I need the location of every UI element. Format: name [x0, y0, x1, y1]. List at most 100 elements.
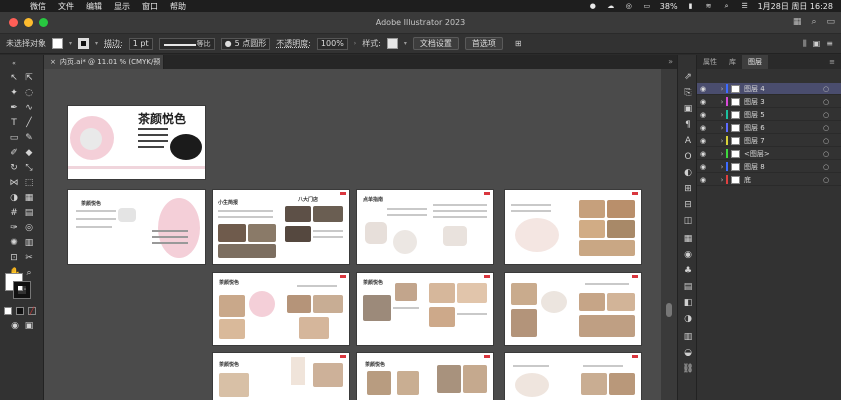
target-circle-icon[interactable]: ○	[821, 85, 831, 93]
graphic-style-swatch[interactable]	[386, 38, 398, 49]
visibility-eye-icon[interactable]: ◉	[697, 137, 709, 145]
sync-icon[interactable]: ◎	[624, 2, 634, 10]
close-icon[interactable]: ×	[50, 58, 56, 66]
line-tool-icon[interactable]: ╱	[24, 118, 34, 128]
stroke-swatch[interactable]	[78, 38, 90, 49]
collapse-toolbar-icon[interactable]: «	[9, 59, 19, 69]
align-icon[interactable]: ⊞	[515, 39, 522, 48]
pathfinder-icon[interactable]: ◫	[682, 215, 694, 227]
target-circle-icon[interactable]: ○	[821, 150, 831, 158]
gradient-panel-icon[interactable]: ▥	[682, 331, 694, 343]
stroke-label[interactable]: 描边:	[104, 38, 123, 49]
spotlight-status-icon[interactable]: ▭	[642, 2, 652, 10]
visibility-eye-icon[interactable]: ◉	[697, 163, 709, 171]
transform-panel-icon[interactable]: ⊞	[682, 183, 694, 195]
symbol-sprayer-tool-icon[interactable]: ✺	[9, 238, 19, 248]
free-transform-tool-icon[interactable]: ⬚	[24, 178, 34, 188]
layer-name[interactable]: 图层 6	[744, 123, 821, 133]
layer-row[interactable]: ◉ › 图层 4 ○	[697, 83, 841, 95]
tab-document[interactable]: ×内页.ai* @ 11.01 % (CMYK/预览)	[44, 55, 164, 80]
stroke-color-box[interactable]	[13, 281, 31, 299]
opacity-field[interactable]: 100%	[316, 37, 348, 50]
chevron-right-icon[interactable]: ›	[718, 150, 726, 158]
menu-help[interactable]: 帮助	[170, 1, 186, 12]
links-icon[interactable]: ⛓	[682, 363, 694, 375]
mesh-tool-icon[interactable]: #	[9, 208, 19, 218]
scale-tool-icon[interactable]: ⤡	[24, 163, 34, 173]
paragraph-icon[interactable]: ¶	[682, 119, 694, 131]
character-icon[interactable]: A	[682, 135, 694, 147]
chevron-right-icon[interactable]: ›	[718, 137, 726, 145]
layer-row[interactable]: ◉ › 底 ○	[697, 174, 841, 186]
eyedropper-tool-icon[interactable]: ✑	[9, 223, 19, 233]
scroll-thumb[interactable]	[666, 303, 672, 317]
direct-selection-tool-icon[interactable]: ⇱	[24, 73, 34, 83]
artboard-spread-9[interactable]: 茶颜悦色	[357, 353, 493, 400]
tab-properties[interactable]: 属性	[697, 55, 723, 69]
shaper-tool-icon[interactable]: ✐	[9, 148, 19, 158]
artboard-canvas[interactable]: 茶颜悦色 茶颜悦色 小生简报 八大门店 点单指南 茶颜悦色 茶颜悦色 茶颜悦色 …	[44, 69, 661, 400]
target-circle-icon[interactable]: ○	[821, 98, 831, 106]
swatches-icon[interactable]: ▦	[682, 233, 694, 245]
arrange-documents-icon[interactable]: ▦	[793, 17, 802, 27]
artboard-cover[interactable]: 茶颜悦色	[68, 106, 205, 179]
visibility-eye-icon[interactable]: ◉	[697, 98, 709, 106]
artboard-spread-10[interactable]	[505, 353, 641, 400]
width-tool-icon[interactable]: ⋈	[9, 178, 19, 188]
variable-width-profile[interactable]: 等比	[158, 37, 215, 50]
wifi-icon[interactable]: ≋	[704, 2, 714, 10]
asset-export-icon[interactable]: ⎘	[682, 87, 694, 99]
artboard-spread-7[interactable]	[505, 273, 641, 345]
transparency-icon[interactable]: ◒	[682, 347, 694, 359]
layer-row[interactable]: ◉ › 图层 8 ○	[697, 161, 841, 173]
draw-normal-icon[interactable]: ◉	[10, 321, 20, 331]
preferences-button[interactable]: 首选项	[464, 37, 503, 50]
vertical-scrollbar[interactable]	[661, 69, 677, 400]
color-mode-icon[interactable]	[4, 307, 12, 315]
menu-file[interactable]: 文件	[58, 1, 74, 12]
color-guide-icon[interactable]: ◑	[682, 313, 694, 325]
panel-menu-icon[interactable]: ≡	[826, 39, 833, 49]
brushes-icon[interactable]: ◉	[682, 249, 694, 261]
selection-tool-icon[interactable]: ↖	[9, 73, 19, 83]
fill-stroke-indicator[interactable]	[5, 273, 33, 299]
menu-edit[interactable]: 编辑	[86, 1, 102, 12]
align-panel-icon[interactable]: ⊟	[682, 199, 694, 211]
chevron-down-icon[interactable]: ▾	[69, 40, 72, 47]
clock[interactable]: 1月28日 周日 16:28	[758, 1, 833, 12]
layer-name[interactable]: 图层 5	[744, 110, 821, 120]
magic-wand-tool-icon[interactable]: ✦	[9, 88, 19, 98]
battery-icon[interactable]: ▮	[686, 2, 696, 10]
layer-row[interactable]: ◉ › 图层 5 ○	[697, 109, 841, 121]
artboard-spread-3[interactable]: 点单指南	[357, 190, 493, 264]
tab-libraries[interactable]: 库	[723, 55, 742, 69]
visibility-eye-icon[interactable]: ◉	[697, 111, 709, 119]
graphic-styles-icon[interactable]: ▤	[682, 281, 694, 293]
brush-definition-field[interactable]: ● 5 点圆形	[220, 37, 271, 50]
artboard-spread-8[interactable]: 茶颜悦色	[213, 353, 349, 400]
transform-icon[interactable]: ▣	[813, 39, 821, 49]
chevron-right-icon[interactable]: ›	[718, 111, 726, 119]
target-circle-icon[interactable]: ○	[821, 163, 831, 171]
column-graph-tool-icon[interactable]: ▥	[24, 238, 34, 248]
chevron-right-icon[interactable]: ›	[354, 40, 356, 47]
rotate-tool-icon[interactable]: ↻	[9, 163, 19, 173]
tab-layers[interactable]: 图层	[742, 55, 768, 69]
target-circle-icon[interactable]: ○	[821, 137, 831, 145]
search-icon[interactable]: ⌕	[722, 2, 732, 10]
rectangle-tool-icon[interactable]: ▭	[9, 133, 19, 143]
menu-window[interactable]: 窗口	[142, 1, 158, 12]
panel-menu-icon[interactable]: ≡	[829, 55, 841, 69]
artboard-spread-5[interactable]: 茶颜悦色	[213, 273, 349, 345]
artboard-spread-6[interactable]: 茶颜悦色	[357, 273, 493, 345]
artboard-tool-icon[interactable]: ⊡	[9, 253, 19, 263]
glyphs-icon[interactable]: ◐	[682, 167, 694, 179]
collapse-panels-icon[interactable]: »	[668, 57, 673, 66]
shape-builder-tool-icon[interactable]: ◑	[9, 193, 19, 203]
perspective-grid-tool-icon[interactable]: ▦	[24, 193, 34, 203]
align-options-icon[interactable]: ⫼	[803, 39, 807, 49]
cloud-icon[interactable]: ☁	[606, 2, 616, 10]
layer-row[interactable]: ◉ › 图层 6 ○	[697, 122, 841, 134]
artboard-spread-4[interactable]	[505, 190, 641, 264]
chevron-down-icon[interactable]: ▾	[95, 40, 98, 47]
